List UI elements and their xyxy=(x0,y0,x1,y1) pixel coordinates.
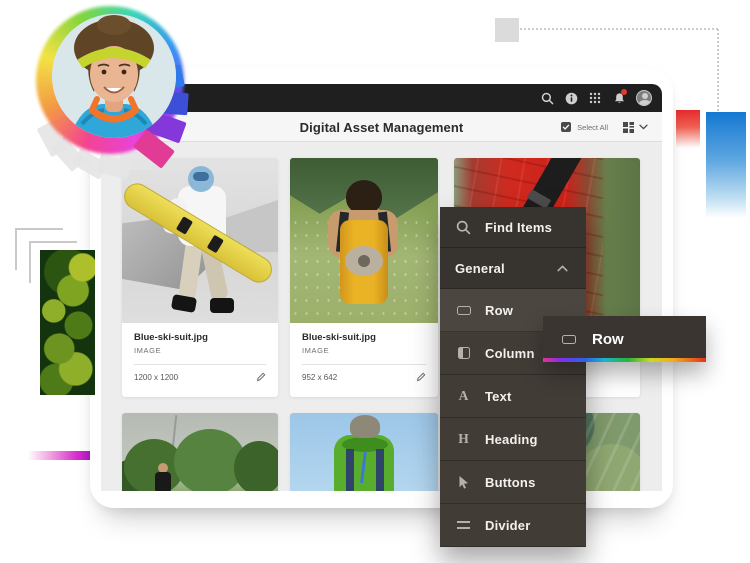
menu-item-find-items[interactable]: Find Items xyxy=(440,207,586,248)
menu-item-label: Buttons xyxy=(485,475,536,490)
card-view-icon xyxy=(622,121,635,134)
menu-item-label: Heading xyxy=(485,432,538,447)
asset-thumbnail-hiker xyxy=(290,158,438,323)
asset-dimensions: 952 x 642 xyxy=(302,373,337,382)
page: Digital Asset Management Select All xyxy=(0,0,750,563)
decor-tree-photo xyxy=(40,250,95,395)
chevron-down-icon xyxy=(639,124,648,130)
asset-card[interactable] xyxy=(122,413,278,491)
asset-thumbnail-green-hoodie xyxy=(290,413,438,491)
asset-title: Blue-ski-suit.jpg xyxy=(302,332,426,343)
select-all-icon xyxy=(560,121,572,133)
row-icon xyxy=(455,302,472,319)
portrait-photo xyxy=(52,14,176,138)
menu-item-divider[interactable]: Divider xyxy=(440,504,586,547)
row-icon xyxy=(560,331,577,348)
menu-item-label: Text xyxy=(485,389,512,404)
menu-item-label: Row xyxy=(485,303,513,318)
menu-section-general[interactable]: General xyxy=(440,248,586,289)
edit-pencil-icon[interactable] xyxy=(256,372,266,382)
menu-item-label: Find Items xyxy=(485,220,552,235)
asset-title: Blue-ski-suit.jpg xyxy=(134,332,266,343)
asset-dimensions: 1200 x 1200 xyxy=(134,373,178,382)
decor-dotted-line-vertical xyxy=(717,29,719,111)
divider-icon xyxy=(455,517,472,534)
decor-red-gradient-bar xyxy=(676,110,700,148)
chevron-up-icon xyxy=(554,260,571,277)
asset-thumbnail-park xyxy=(122,413,278,491)
menu-item-label: Divider xyxy=(485,518,530,533)
menu-item-label: Column xyxy=(485,346,535,361)
heading-icon: H xyxy=(455,431,472,448)
components-menu: Find Items General Row Column A Text H H… xyxy=(440,207,586,547)
decor-dotted-line-horizontal xyxy=(520,28,718,30)
notification-dot xyxy=(621,89,627,95)
menu-item-buttons[interactable]: Buttons xyxy=(440,461,586,504)
asset-type: IMAGE xyxy=(302,346,426,355)
apps-grid-icon[interactable] xyxy=(588,91,602,105)
help-icon[interactable] xyxy=(564,91,578,105)
text-icon: A xyxy=(455,388,472,405)
flyout-accent-gradient xyxy=(543,358,706,362)
decor-portrait xyxy=(0,0,210,180)
select-all-button[interactable]: Select All xyxy=(560,121,608,133)
column-icon xyxy=(455,345,472,362)
asset-type: IMAGE xyxy=(134,346,266,355)
asset-thumbnail-snowboarder xyxy=(122,158,278,323)
flyout-label: Row xyxy=(592,331,624,348)
menu-item-text[interactable]: A Text xyxy=(440,375,586,418)
asset-card[interactable] xyxy=(290,413,438,491)
asset-card[interactable]: Blue-ski-suit.jpg IMAGE 952 x 642 xyxy=(290,158,438,397)
menu-section-label: General xyxy=(455,261,505,276)
view-selector[interactable] xyxy=(622,121,648,134)
search-icon[interactable] xyxy=(540,91,554,105)
user-avatar[interactable] xyxy=(636,90,652,106)
asset-card[interactable]: Blue-ski-suit.jpg IMAGE 1200 x 1200 xyxy=(122,158,278,397)
cursor-icon xyxy=(455,474,472,491)
decor-magenta-gradient-bar xyxy=(28,451,95,460)
select-all-label: Select All xyxy=(577,123,608,132)
row-flyout[interactable]: Row xyxy=(543,316,706,362)
menu-item-heading[interactable]: H Heading xyxy=(440,418,586,461)
decor-blue-gradient-bar xyxy=(706,112,746,218)
notifications-bell-icon[interactable] xyxy=(612,91,626,105)
decor-gray-square xyxy=(495,18,519,42)
edit-pencil-icon[interactable] xyxy=(416,372,426,382)
search-icon xyxy=(455,219,472,236)
